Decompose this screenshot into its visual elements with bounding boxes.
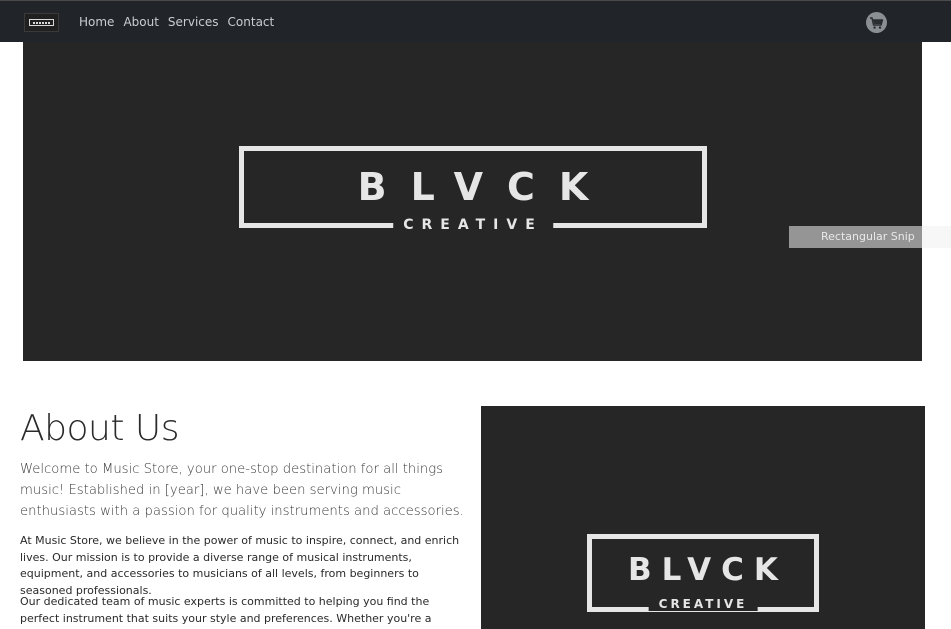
about-image-logo-word: BLVCK bbox=[628, 552, 788, 588]
hero-logo-sub: CREATIVE bbox=[393, 217, 553, 233]
about-image: BLVCK CREATIVE bbox=[481, 406, 925, 629]
cart-glyph bbox=[870, 16, 884, 29]
hero-banner: BLVCK CREATIVE bbox=[23, 42, 922, 361]
cart-icon[interactable] bbox=[866, 12, 887, 33]
about-image-logo: BLVCK CREATIVE bbox=[587, 534, 819, 612]
about-title: About Us bbox=[20, 408, 179, 449]
about-image-logo-sub: CREATIVE bbox=[648, 597, 758, 611]
nav-link-services[interactable]: Services bbox=[168, 15, 219, 29]
nav-link-contact[interactable]: Contact bbox=[228, 15, 275, 29]
navbar: Home About Services Contact bbox=[0, 0, 951, 42]
snip-overlay-label: Rectangular Snip bbox=[789, 226, 951, 248]
nav-link-about[interactable]: About bbox=[123, 15, 158, 29]
about-paragraph-team: Our dedicated team of music experts is c… bbox=[20, 595, 432, 629]
brand-logo[interactable] bbox=[24, 13, 59, 32]
nav-links: Home About Services Contact bbox=[79, 1, 283, 43]
hero-logo-word: BLVCK bbox=[357, 165, 613, 209]
about-paragraph-mission: At Music Store, we believe in the power … bbox=[20, 534, 460, 597]
hero-logo: BLVCK CREATIVE bbox=[239, 146, 707, 233]
brand-logo-mark bbox=[29, 19, 54, 26]
nav-link-home[interactable]: Home bbox=[79, 15, 114, 29]
about-lead: Welcome to Music Store, your one-stop de… bbox=[20, 462, 464, 519]
